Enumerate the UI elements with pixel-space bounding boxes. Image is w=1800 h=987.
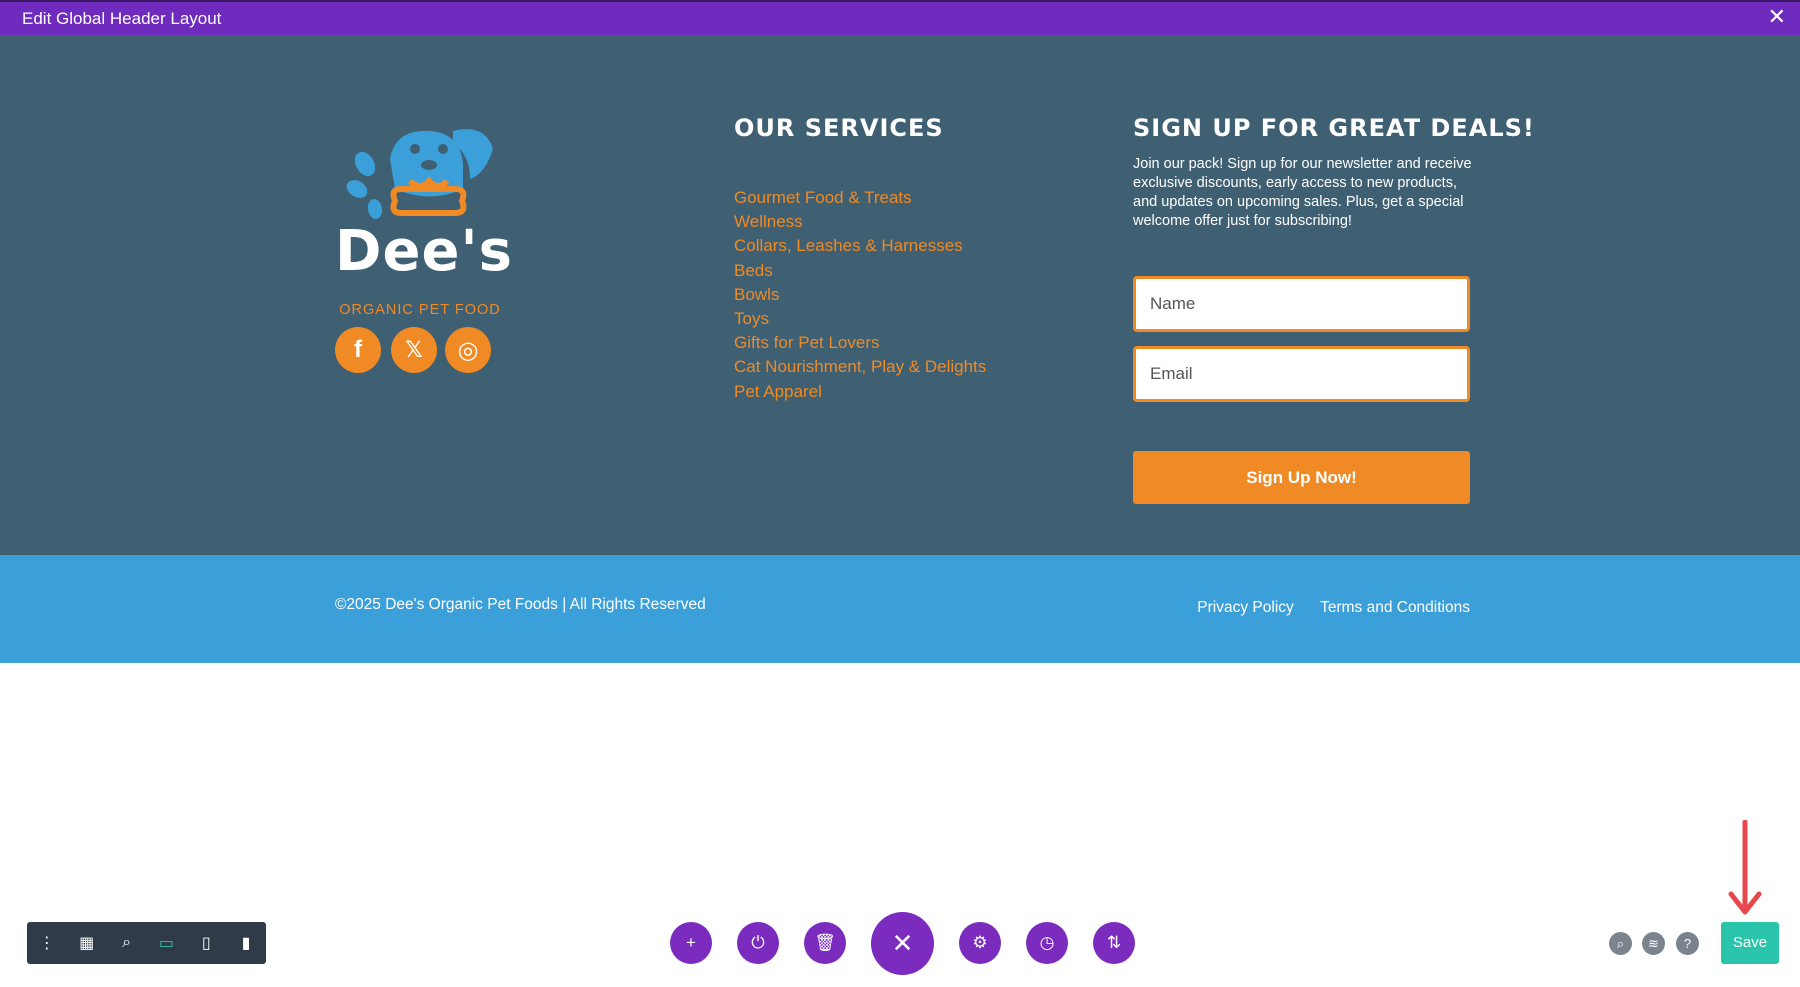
history-icon[interactable]: ◷ bbox=[1026, 922, 1068, 964]
tablet-view-icon[interactable]: ▯ bbox=[186, 922, 226, 964]
service-link[interactable]: Collars, Leashes & Harnesses bbox=[734, 234, 986, 258]
portability-icon[interactable]: ⇅ bbox=[1093, 922, 1135, 964]
logo-subtitle: ORGANIC PET FOOD bbox=[339, 302, 501, 318]
close-settings-icon[interactable]: ✕ bbox=[871, 912, 934, 975]
close-icon[interactable]: ✕ bbox=[1768, 5, 1786, 29]
zoom-icon[interactable]: ⌕ bbox=[107, 922, 147, 964]
terms-link[interactable]: Terms and Conditions bbox=[1320, 599, 1470, 616]
view-toolbar: ⋮ ▦ ⌕ ▭ ▯ ▮ bbox=[27, 922, 266, 964]
service-link[interactable]: Gifts for Pet Lovers bbox=[734, 331, 986, 355]
add-icon[interactable]: + bbox=[670, 922, 712, 964]
service-link[interactable]: Bowls bbox=[734, 283, 986, 307]
search-icon[interactable]: ⌕ bbox=[1609, 932, 1632, 955]
service-link[interactable]: Cat Nourishment, Play & Delights bbox=[734, 355, 986, 379]
footer-bottom-bar: ©2025 Dee's Organic Pet Foods | All Righ… bbox=[0, 555, 1800, 663]
desktop-view-icon[interactable]: ▭ bbox=[146, 922, 186, 964]
editor-title: Edit Global Header Layout bbox=[22, 9, 222, 28]
email-field[interactable]: Email bbox=[1133, 346, 1470, 402]
phone-view-icon[interactable]: ▮ bbox=[226, 922, 266, 964]
service-link[interactable]: Wellness bbox=[734, 210, 986, 234]
trash-icon[interactable]: 🗑 bbox=[804, 922, 846, 964]
logo-brand-text: Dee's bbox=[335, 219, 513, 284]
more-options-icon[interactable]: ⋮ bbox=[27, 922, 67, 964]
editor-title-bar: Edit Global Header Layout ✕ bbox=[0, 0, 1800, 35]
privacy-policy-link[interactable]: Privacy Policy bbox=[1197, 599, 1293, 616]
x-twitter-icon[interactable]: 𝕏 bbox=[391, 327, 437, 373]
signup-description: Join our pack! Sign up for our newslette… bbox=[1133, 156, 1472, 229]
facebook-icon[interactable]: f bbox=[335, 327, 381, 373]
service-link[interactable]: Toys bbox=[734, 307, 986, 331]
instagram-icon[interactable]: ◎ bbox=[445, 327, 491, 373]
service-link[interactable]: Beds bbox=[734, 259, 986, 283]
arrow-annotation-icon bbox=[1728, 820, 1762, 915]
gear-icon[interactable]: ⚙ bbox=[959, 922, 1001, 964]
name-field[interactable]: Name bbox=[1133, 276, 1470, 332]
service-link[interactable]: Pet Apparel bbox=[734, 380, 986, 404]
signup-button[interactable]: Sign Up Now! bbox=[1133, 451, 1470, 504]
save-button[interactable]: Save bbox=[1721, 922, 1779, 964]
legal-links: Privacy Policy Terms and Conditions bbox=[1175, 599, 1470, 617]
signup-heading: Sign Up for Great Deals! bbox=[1133, 114, 1535, 142]
copyright-text: ©2025 Dee's Organic Pet Foods | All Righ… bbox=[335, 596, 706, 613]
services-list: Gourmet Food & Treats Wellness Collars, … bbox=[734, 186, 986, 404]
help-icon[interactable]: ? bbox=[1676, 932, 1699, 955]
layers-icon[interactable]: ≋ bbox=[1642, 932, 1665, 955]
dog-logo-icon bbox=[346, 129, 493, 219]
power-icon[interactable]: ⏻ bbox=[737, 922, 779, 964]
services-heading: Our Services bbox=[734, 114, 944, 142]
service-link[interactable]: Gourmet Food & Treats bbox=[734, 186, 986, 210]
logo[interactable]: Dee's ORGANIC PET FOOD bbox=[335, 119, 513, 339]
footer-main-section: Dee's ORGANIC PET FOOD f 𝕏 ◎ Our Service… bbox=[0, 35, 1800, 555]
wireframe-view-icon[interactable]: ▦ bbox=[67, 922, 107, 964]
